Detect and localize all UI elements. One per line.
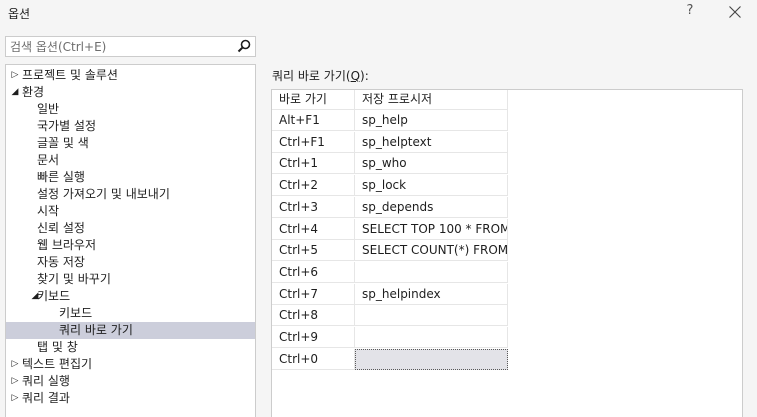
shortcut-key-cell: Ctrl+F1 [272, 131, 355, 153]
shortcut-key-cell: Ctrl+9 [272, 327, 355, 348]
stored-procedure-cell[interactable]: sp_helpindex [355, 283, 508, 305]
search-icon[interactable] [237, 39, 251, 53]
tree-item[interactable]: 설정 가져오기 및 내보내기 [6, 186, 255, 203]
collapse-arrow-icon[interactable]: ◢ [10, 84, 20, 101]
tree-item-label: 빠른 실행 [37, 170, 85, 184]
stored-procedure-cell[interactable]: sp_depends [355, 196, 508, 218]
stored-procedure-cell[interactable]: sp_who [355, 153, 508, 175]
stored-procedure-cell[interactable]: SELECT TOP 100 * FROM [355, 218, 508, 240]
shortcut-key-cell: Ctrl+4 [272, 218, 355, 240]
stored-procedure-cell[interactable] [355, 327, 508, 348]
tree-item-label: 국가별 설정 [37, 119, 97, 133]
tree-item[interactable]: 탭 및 창 [6, 339, 255, 356]
tree-item-label: 키보드 [37, 289, 71, 303]
help-button[interactable]: ? [683, 3, 697, 21]
tree-item[interactable]: 신뢰 설정 [6, 220, 255, 237]
stored-procedure-cell[interactable]: SELECT COUNT(*) FROM [355, 240, 508, 262]
shortcut-key-cell: Alt+F1 [272, 110, 355, 131]
close-icon [729, 6, 741, 18]
query-shortcuts-label-key: Q [350, 69, 361, 83]
tree-item-label: 신뢰 설정 [37, 221, 85, 235]
stored-procedure-cell[interactable] [355, 261, 508, 283]
tree-item-label: 프로젝트 및 솔루션 [22, 68, 118, 82]
expand-arrow-icon[interactable]: ▷ [10, 67, 20, 84]
tree-item[interactable]: ▷ 쿼리 결과 [6, 390, 255, 407]
stored-procedure-cell[interactable] [355, 348, 508, 370]
search-input[interactable] [6, 37, 228, 56]
tree-item-label: 쿼리 바로 가기 [59, 323, 133, 337]
shortcut-key-cell: Ctrl+5 [272, 240, 355, 262]
options-tree: ▷ 프로젝트 및 솔루션 ◢ 환경 일반 국가별 설정 글꼴 및 색 문서 빠른 실행 설정 가져… [5, 64, 256, 417]
expand-arrow-icon[interactable]: ▷ [10, 390, 20, 407]
tree-item-label: 키보드 [59, 306, 93, 320]
tree-item[interactable]: 문서 [6, 152, 255, 169]
search-box [5, 36, 256, 57]
column-header-shortcut[interactable]: 바로 가기 [272, 90, 355, 110]
tree-item[interactable]: 키보드 [6, 305, 255, 322]
tree-item[interactable]: ▷ 프로젝트 및 솔루션 [6, 67, 255, 84]
stored-procedure-cell[interactable]: sp_helptext [355, 131, 508, 153]
tree-item[interactable]: 국가별 설정 [6, 118, 255, 135]
tree-item[interactable]: ◢ 키보드 [6, 288, 255, 305]
tree-item[interactable]: 일반 [6, 101, 255, 118]
shortcut-key-cell: Ctrl+8 [272, 305, 355, 327]
tree-item-label: 쿼리 결과 [22, 391, 70, 405]
tree-item-label: 탭 및 창 [37, 340, 78, 354]
tree-item-label: 쿼리 실행 [22, 374, 70, 388]
query-shortcuts-label: 쿼리 바로 가기(Q): [272, 67, 369, 84]
tree-item-label: 웹 브라우저 [37, 238, 97, 252]
shortcut-key-cell: Ctrl+0 [272, 348, 355, 370]
tree-item[interactable]: 웹 브라우저 [6, 237, 255, 254]
tree-item-label: 글꼴 및 색 [37, 136, 89, 150]
shortcut-key-cell: Ctrl+3 [272, 196, 355, 218]
tree-item-label: 환경 [22, 85, 45, 99]
tree-item[interactable]: ▷ 쿼리 실행 [6, 373, 255, 390]
tree-item[interactable]: 쿼리 바로 가기 [6, 322, 255, 339]
tree-item-label: 자동 저장 [37, 255, 85, 269]
shortcut-key-cell: Ctrl+7 [272, 283, 355, 305]
stored-procedure-cell[interactable]: sp_help [355, 110, 508, 131]
query-shortcuts-label-prefix: 쿼리 바로 가기( [272, 69, 351, 83]
tree-item[interactable]: ◢ 환경 [6, 84, 255, 101]
query-shortcuts-label-suffix: ): [360, 69, 369, 83]
shortcut-key-cell: Ctrl+1 [272, 153, 355, 175]
expand-arrow-icon[interactable]: ▷ [10, 373, 20, 390]
tree-item-label: 설정 가져오기 및 내보내기 [37, 187, 170, 201]
tree-item-label: 시작 [37, 204, 60, 218]
tree-item[interactable]: 빠른 실행 [6, 169, 255, 186]
tree-item-label: 텍스트 편집기 [22, 357, 93, 371]
tree-item[interactable]: 자동 저장 [6, 254, 255, 271]
shortcut-key-cell: Ctrl+2 [272, 175, 355, 197]
tree-item[interactable]: 찾기 및 바꾸기 [6, 271, 255, 288]
tree-item-label: 찾기 및 바꾸기 [37, 272, 111, 286]
column-header-stored-procedure[interactable]: 저장 프로시저 [355, 90, 508, 110]
tree-item[interactable]: 시작 [6, 203, 255, 220]
query-shortcuts-grid: 바로 가기 저장 프로시저 Alt+F1 sp_help Ctrl+F1 sp_hel… [271, 89, 743, 417]
shortcut-key-cell: Ctrl+6 [272, 261, 355, 283]
tree-item-label: 문서 [37, 153, 60, 167]
expand-arrow-icon[interactable]: ▷ [10, 356, 20, 373]
stored-procedure-cell[interactable]: sp_lock [355, 175, 508, 197]
tree-item[interactable]: ▷ 텍스트 편집기 [6, 356, 255, 373]
tree-item-label: 일반 [37, 102, 60, 116]
stored-procedure-cell[interactable] [355, 305, 508, 327]
close-button[interactable] [725, 2, 745, 22]
tree-item[interactable]: 글꼴 및 색 [6, 135, 255, 152]
dialog-title: 옵션 [8, 7, 31, 21]
